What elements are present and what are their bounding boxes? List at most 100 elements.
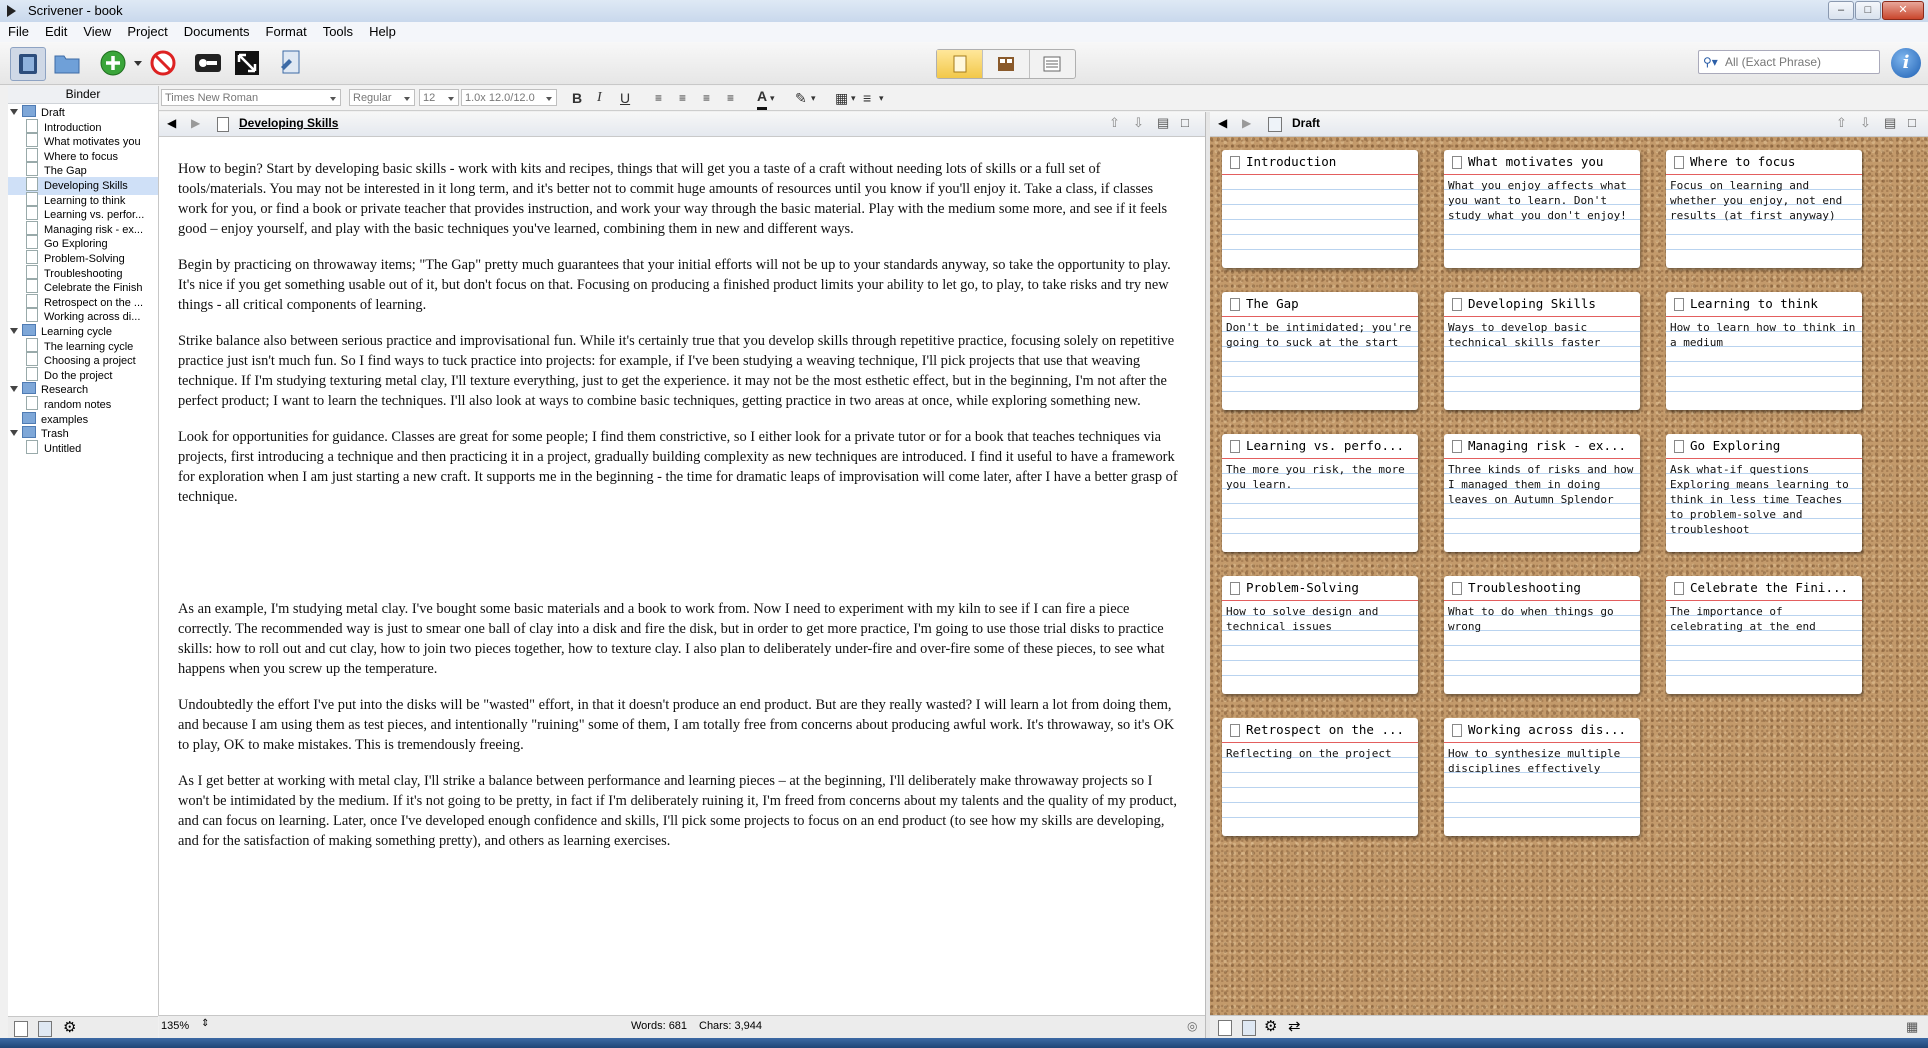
italic-icon[interactable]: I — [597, 89, 602, 107]
index-card[interactable]: Introduction — [1222, 150, 1418, 268]
card-title[interactable]: The Gap — [1222, 292, 1418, 317]
down-arrow-icon[interactable]: ⇩ — [1133, 115, 1144, 131]
target-icon[interactable]: ◎ — [1187, 1019, 1197, 1033]
align-justify-icon[interactable]: ≡ — [703, 89, 710, 107]
minimize-button[interactable]: – — [1828, 1, 1854, 20]
menu-project[interactable]: Project — [119, 22, 175, 42]
align-center-icon[interactable]: ≡ — [679, 89, 686, 107]
editor-document-title[interactable]: Developing Skills — [239, 116, 338, 130]
swap-icon[interactable]: ⇄ — [1288, 1017, 1301, 1035]
card-synopsis[interactable]: Focus on learning and whether you enjoy,… — [1666, 175, 1862, 264]
highlight-icon[interactable]: ✎ — [795, 89, 807, 107]
editor-paragraph[interactable]: How to begin? Start by developing basic … — [178, 159, 1183, 239]
editor-paragraph[interactable]: As an example, I'm studying metal clay. … — [178, 599, 1183, 679]
index-card[interactable]: Learning to think How to learn how to thi… — [1666, 292, 1862, 410]
index-card[interactable]: Managing risk - ex... Three kinds of risk… — [1444, 434, 1640, 552]
cork-up-arrow-icon[interactable]: ⇧ — [1836, 115, 1847, 131]
card-synopsis[interactable]: Three kinds of risks and how I managed t… — [1444, 459, 1640, 548]
bold-icon[interactable]: B — [572, 89, 582, 107]
add-dropdown-chevron-icon[interactable] — [134, 61, 142, 66]
line-spacing-select[interactable]: 1.0x 12.0/12.0 — [461, 89, 557, 106]
editor-paragraph[interactable]: Undoubtedly the effort I've put into the… — [178, 695, 1183, 755]
cork-forward-arrow-icon[interactable]: ▶ — [1242, 116, 1251, 130]
editor-text[interactable]: How to begin? Start by developing basic … — [178, 159, 1183, 867]
editor-empty-paragraph[interactable] — [178, 523, 1183, 599]
card-title[interactable]: Developing Skills — [1444, 292, 1640, 317]
gear-icon[interactable]: ⚙ — [63, 1018, 76, 1036]
card-synopsis[interactable]: Reflecting on the project — [1222, 743, 1418, 832]
scrivenings-mode-button[interactable] — [937, 50, 984, 78]
zoom-stepper-icon[interactable]: ⇕ — [201, 1018, 209, 1029]
index-card[interactable]: Learning vs. perfo... The more you risk, … — [1222, 434, 1418, 552]
list-chevron-icon[interactable]: ▾ — [879, 89, 884, 107]
list-icon[interactable]: ≡ — [863, 89, 871, 107]
search-icon[interactable]: ⚲▾ — [1703, 51, 1718, 73]
card-title[interactable]: What motivates you — [1444, 150, 1640, 175]
corkboard-title[interactable]: Draft — [1292, 116, 1320, 130]
card-title[interactable]: Learning vs. perfo... — [1222, 434, 1418, 459]
index-card[interactable]: Celebrate the Fini... The importance of c… — [1666, 576, 1862, 694]
index-card[interactable]: Working across dis... How to synthesize m… — [1444, 718, 1640, 836]
corkboard[interactable]: Introduction What motivates you What you e… — [1210, 137, 1928, 1015]
highlight-chevron-icon[interactable]: ▾ — [811, 89, 816, 107]
text-color-chevron-icon[interactable]: ▾ — [770, 89, 775, 107]
up-arrow-icon[interactable]: ⇧ — [1109, 115, 1120, 131]
menu-file[interactable]: File — [0, 22, 37, 42]
cork-add-folder-icon[interactable] — [1242, 1020, 1256, 1036]
font-style-select[interactable]: Regular — [349, 89, 415, 106]
editor-paragraph[interactable]: Look for opportunities for guidance. Cla… — [178, 427, 1183, 507]
binder-toggle-button[interactable] — [10, 47, 46, 81]
card-synopsis[interactable]: How to learn how to think in a medium — [1666, 317, 1862, 406]
card-synopsis[interactable]: The more you risk, the more you learn. — [1222, 459, 1418, 548]
cork-down-arrow-icon[interactable]: ⇩ — [1860, 115, 1871, 131]
align-left-icon[interactable]: ≡ — [655, 89, 662, 107]
card-synopsis[interactable]: What to do when things go wrong — [1444, 601, 1640, 690]
grid-view-icon[interactable]: ▦ — [1906, 1019, 1918, 1035]
menu-edit[interactable]: Edit — [37, 22, 75, 42]
editor-paragraph[interactable]: Begin by practicing on throwaway items; … — [178, 255, 1183, 315]
disclosure-triangle-icon[interactable] — [10, 328, 18, 334]
cork-add-item-icon[interactable] — [1218, 1020, 1232, 1036]
disclosure-triangle-icon[interactable] — [10, 430, 18, 437]
binder-item[interactable]: Untitled — [8, 439, 158, 458]
card-synopsis[interactable]: How to synthesize multiple disciplines e… — [1444, 743, 1640, 832]
index-card[interactable]: The Gap Don't be intimidated; you're goin… — [1222, 292, 1418, 410]
card-title[interactable]: Managing risk - ex... — [1444, 434, 1640, 459]
card-synopsis[interactable]: Ask what-if questions Exploring means le… — [1666, 459, 1862, 548]
menu-documents[interactable]: Documents — [176, 22, 258, 42]
split-vertical-icon[interactable]: □ — [1181, 115, 1189, 130]
card-title[interactable]: Problem-Solving — [1222, 576, 1418, 601]
forward-arrow-icon[interactable]: ▶ — [191, 116, 200, 130]
zoom-level[interactable]: 135% — [161, 1020, 189, 1032]
index-card[interactable]: Problem-Solving How to solve design and t… — [1222, 576, 1418, 694]
inspector-folder-button[interactable] — [50, 47, 84, 79]
cork-back-arrow-icon[interactable]: ◀ — [1218, 116, 1227, 130]
corkboard-mode-button[interactable] — [983, 50, 1030, 78]
menu-view[interactable]: View — [75, 22, 119, 42]
card-title[interactable]: Celebrate the Fini... — [1666, 576, 1862, 601]
fullscreen-button[interactable] — [230, 47, 264, 79]
index-card[interactable]: Developing Skills Ways to develop basic t… — [1444, 292, 1640, 410]
index-card[interactable]: What motivates you What you enjoy affects… — [1444, 150, 1640, 268]
index-card[interactable]: Troubleshooting What to do when things go… — [1444, 576, 1640, 694]
align-right-icon[interactable]: ≡ — [727, 89, 734, 107]
table-chevron-icon[interactable]: ▾ — [851, 89, 856, 107]
card-title[interactable]: Introduction — [1222, 150, 1418, 175]
cork-split-vertical-icon[interactable]: □ — [1908, 115, 1916, 130]
scrivener-app-icon[interactable] — [4, 3, 20, 19]
underline-icon[interactable]: U — [620, 89, 630, 107]
card-title[interactable]: Where to focus — [1666, 150, 1862, 175]
menu-help[interactable]: Help — [361, 22, 404, 42]
index-card[interactable]: Retrospect on the ... Reflecting on the p… — [1222, 718, 1418, 836]
maximize-button[interactable]: □ — [1855, 1, 1881, 20]
menu-tools[interactable]: Tools — [315, 22, 361, 42]
delete-document-button[interactable] — [146, 47, 180, 79]
cork-split-horizontal-icon[interactable]: ▤ — [1884, 115, 1896, 131]
info-icon[interactable]: i — [1891, 48, 1921, 78]
card-synopsis[interactable]: What you enjoy affects what you want to … — [1444, 175, 1640, 264]
index-card[interactable]: Go Exploring Ask what-if questions Explor… — [1666, 434, 1862, 552]
add-folder-icon[interactable] — [38, 1021, 52, 1037]
close-button[interactable]: ✕ — [1882, 1, 1924, 20]
disclosure-triangle-icon[interactable] — [10, 109, 18, 115]
compile-button[interactable] — [274, 47, 308, 79]
